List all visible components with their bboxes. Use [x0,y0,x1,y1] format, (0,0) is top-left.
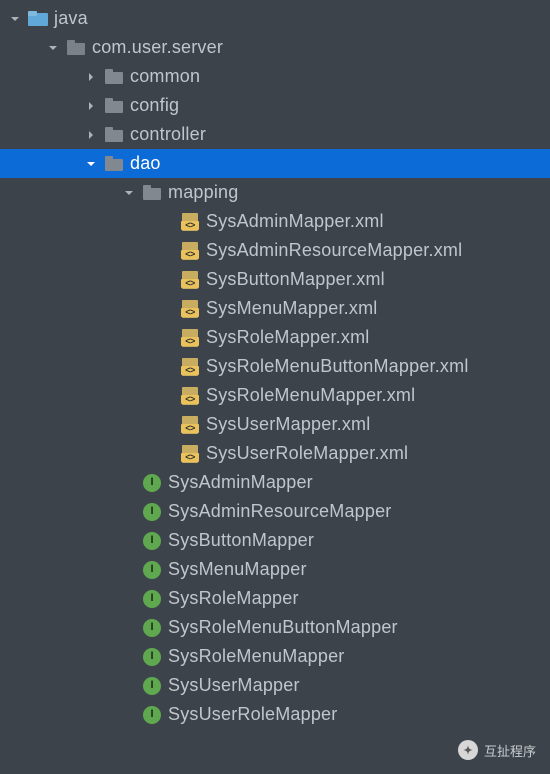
package-icon [142,183,162,203]
interface-icon: I [142,618,162,638]
chevron-right-icon [84,70,98,84]
xml-file-icon: <> [180,415,200,435]
chevron-right-icon [84,99,98,113]
tree-node-label: SysRoleMenuButtonMapper [168,617,398,638]
tree-node-xml-file[interactable]: <> SysUserMapper.xml [0,410,550,439]
tree-node-label: java [54,8,88,29]
interface-icon: I [142,531,162,551]
package-icon [104,154,124,174]
tree-node-label: config [130,95,179,116]
tree-node-label: SysAdminMapper [168,472,313,493]
package-icon [104,67,124,87]
tree-node-xml-file[interactable]: <> SysButtonMapper.xml [0,265,550,294]
wechat-icon: ✦ [458,740,478,760]
tree-node-label: SysAdminResourceMapper.xml [206,240,462,261]
tree-node-interface[interactable]: I SysRoleMapper [0,584,550,613]
tree-node-interface[interactable]: I SysRoleMenuButtonMapper [0,613,550,642]
chevron-down-icon [8,12,22,26]
tree-node-label: SysAdminMapper.xml [206,211,384,232]
xml-file-icon: <> [180,270,200,290]
xml-file-icon: <> [180,444,200,464]
tree-node-xml-file[interactable]: <> SysMenuMapper.xml [0,294,550,323]
tree-node-label: SysRoleMenuMapper.xml [206,385,415,406]
chevron-down-icon [46,41,60,55]
package-icon [104,96,124,116]
xml-file-icon: <> [180,357,200,377]
tree-node-label: SysRoleMapper.xml [206,327,369,348]
tree-node-mapping[interactable]: mapping [0,178,550,207]
chevron-down-icon [84,157,98,171]
tree-node-label: SysRoleMapper [168,588,299,609]
tree-node-interface[interactable]: I SysUserMapper [0,671,550,700]
tree-node-interface[interactable]: I SysMenuMapper [0,555,550,584]
tree-node-config[interactable]: config [0,91,550,120]
tree-node-label: SysMenuMapper [168,559,307,580]
xml-file-icon: <> [180,241,200,261]
tree-node-common[interactable]: common [0,62,550,91]
watermark: ✦ 互扯程序 [458,740,536,760]
interface-icon: I [142,560,162,580]
xml-file-icon: <> [180,328,200,348]
tree-node-label: SysRoleMenuButtonMapper.xml [206,356,469,377]
tree-node-label: SysUserRoleMapper [168,704,337,725]
interface-icon: I [142,647,162,667]
interface-icon: I [142,502,162,522]
interface-icon: I [142,705,162,725]
tree-node-label: dao [130,153,161,174]
tree-node-interface[interactable]: I SysUserRoleMapper [0,700,550,729]
tree-node-label: SysUserMapper.xml [206,414,370,435]
tree-node-xml-file[interactable]: <> SysAdminMapper.xml [0,207,550,236]
tree-node-interface[interactable]: I SysRoleMenuMapper [0,642,550,671]
tree-node-controller[interactable]: controller [0,120,550,149]
package-icon [104,125,124,145]
tree-node-java[interactable]: java [0,4,550,33]
tree-node-label: controller [130,124,206,145]
tree-node-xml-file[interactable]: <> SysRoleMapper.xml [0,323,550,352]
interface-icon: I [142,473,162,493]
tree-node-label: SysUserMapper [168,675,300,696]
tree-node-label: SysUserRoleMapper.xml [206,443,408,464]
tree-node-label: common [130,66,200,87]
package-icon [66,38,86,58]
xml-file-icon: <> [180,299,200,319]
tree-node-label: SysButtonMapper [168,530,314,551]
chevron-down-icon [122,186,136,200]
chevron-right-icon [84,128,98,142]
tree-node-label: SysAdminResourceMapper [168,501,392,522]
tree-node-xml-file[interactable]: <> SysRoleMenuButtonMapper.xml [0,352,550,381]
tree-node-label: SysRoleMenuMapper [168,646,344,667]
tree-node-package-root[interactable]: com.user.server [0,33,550,62]
xml-file-icon: <> [180,386,200,406]
tree-node-xml-file[interactable]: <> SysAdminResourceMapper.xml [0,236,550,265]
tree-node-label: SysMenuMapper.xml [206,298,377,319]
tree-node-dao[interactable]: dao [0,149,550,178]
interface-icon: I [142,676,162,696]
tree-node-interface[interactable]: I SysAdminMapper [0,468,550,497]
tree-node-xml-file[interactable]: <> SysUserRoleMapper.xml [0,439,550,468]
tree-node-label: SysButtonMapper.xml [206,269,385,290]
tree-node-xml-file[interactable]: <> SysRoleMenuMapper.xml [0,381,550,410]
watermark-label: 互扯程序 [484,741,536,760]
tree-node-label: mapping [168,182,238,203]
tree-node-label: com.user.server [92,37,223,58]
project-tree[interactable]: java com.user.server common [0,0,550,729]
tree-node-interface[interactable]: I SysAdminResourceMapper [0,497,550,526]
source-folder-icon [28,9,48,29]
tree-node-interface[interactable]: I SysButtonMapper [0,526,550,555]
interface-icon: I [142,589,162,609]
xml-file-icon: <> [180,212,200,232]
